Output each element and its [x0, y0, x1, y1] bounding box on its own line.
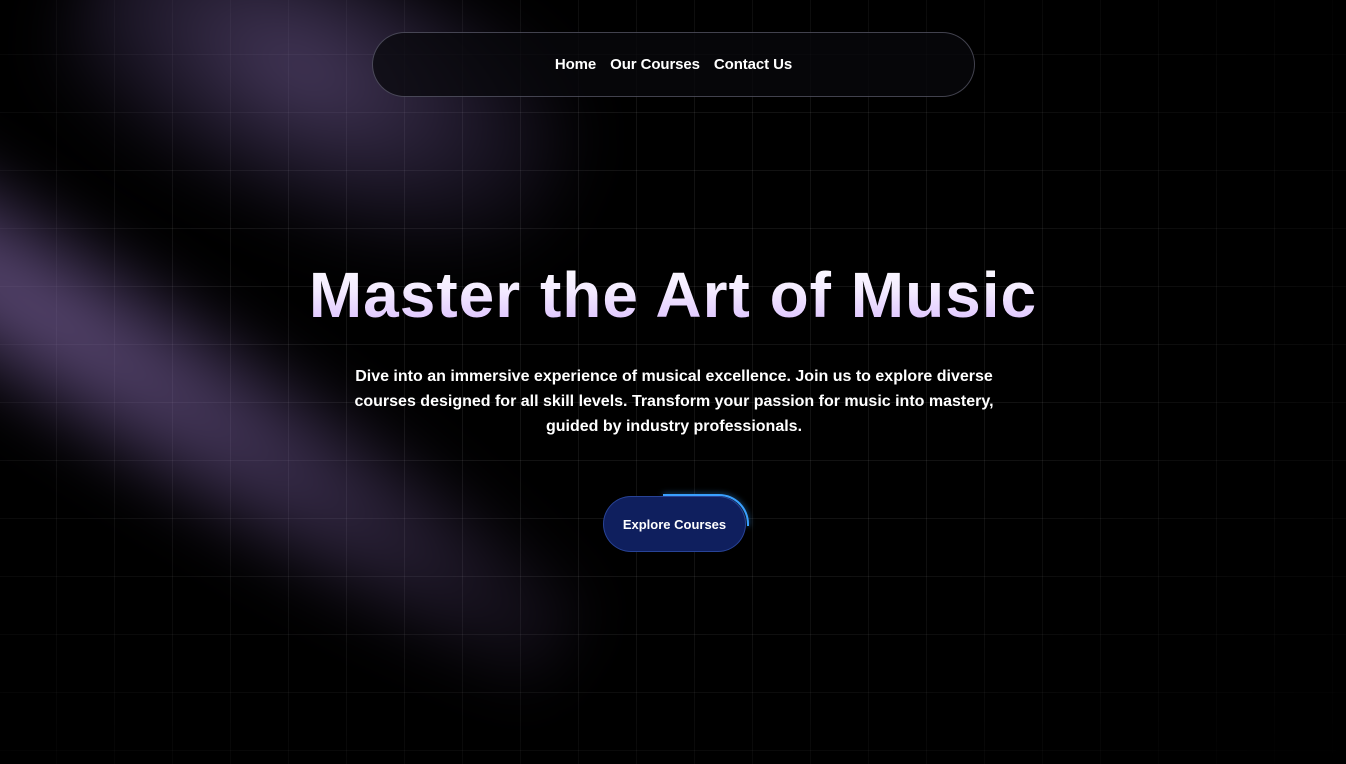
- hero-title: Master the Art of Music: [0, 258, 1346, 332]
- hero-description: Dive into an immersive experience of mus…: [354, 368, 994, 435]
- nav-item-our-courses[interactable]: Our Courses: [610, 56, 700, 73]
- explore-courses-button[interactable]: Explore Courses: [603, 496, 746, 552]
- page: Home Our Courses Contact Us Master the A…: [0, 0, 1346, 764]
- nav-item-contact-us[interactable]: Contact Us: [714, 56, 792, 73]
- navbar: Home Our Courses Contact Us: [372, 32, 975, 97]
- nav-item-home[interactable]: Home: [555, 56, 596, 73]
- cta-container: Explore Courses: [603, 494, 749, 552]
